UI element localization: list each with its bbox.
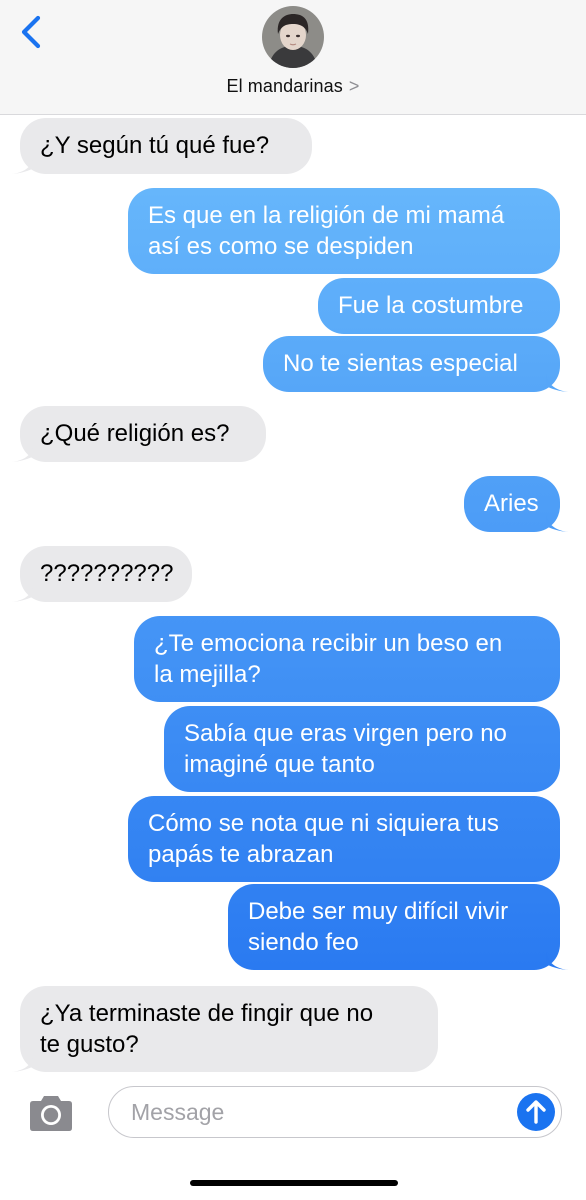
message-text-line: ¿Qué religión es? [40, 420, 230, 447]
message-text-line: ¿Ya terminaste de fingir que no [40, 1000, 374, 1027]
received-bubble-tail [12, 444, 34, 462]
received-bubble-tail [12, 1054, 34, 1072]
message-text-line: Sabía que eras virgen pero no [184, 720, 507, 747]
message-text-line: imaginé que tanto [184, 751, 375, 778]
sent-message-bubble[interactable]: Cómo se nota que ni siquiera tus papás te… [128, 796, 560, 882]
message-text-line: ¿Y según tú qué fue? [40, 132, 270, 159]
message-text-line: la mejilla? [154, 661, 261, 688]
received-bubble-tail [12, 584, 34, 602]
sent-message-bubble[interactable]: Debe ser muy difícil vivir siendo feo [228, 884, 560, 970]
message-text-line: siendo feo [248, 929, 359, 956]
message-text-line: Cómo se nota que ni siquiera tus [148, 810, 499, 837]
message-text-line: así es como se despiden [148, 233, 414, 260]
received-bubble-tail [12, 156, 34, 174]
received-message-bubble[interactable]: ?????????? [20, 546, 192, 602]
message-text-line: Fue la costumbre [338, 292, 524, 319]
send-arrow-icon [526, 1100, 546, 1124]
sent-bubble-tail [546, 374, 568, 392]
home-indicator [190, 1180, 398, 1186]
message-placeholder: Message [131, 1099, 225, 1125]
sent-message-bubble[interactable]: ¿Te emociona recibir un beso en la mejill… [134, 616, 560, 702]
message-text-line: No te sientas especial [283, 350, 518, 377]
message-text-line: Aries [484, 490, 539, 517]
message-thread: ¿Y según tú qué fue? Es que en la religió… [0, 0, 586, 1200]
message-text-line: Es que en la religión de mi mamá [148, 202, 505, 229]
message-text-line: ?????????? [40, 560, 174, 587]
message-text-line: te gusto? [40, 1031, 139, 1058]
sent-message-bubble[interactable]: Sabía que eras virgen pero no imaginé que… [164, 706, 560, 792]
sent-message-bubble[interactable]: No te sientas especial [263, 336, 560, 392]
send-button[interactable] [517, 1093, 555, 1131]
received-message-bubble[interactable]: ¿Qué religión es? [20, 406, 266, 462]
received-message-bubble[interactable]: ¿Ya terminaste de fingir que no te gusto? [20, 986, 438, 1072]
sent-bubble-tail [546, 952, 568, 970]
camera-icon[interactable] [26, 1094, 76, 1134]
message-text-line: ¿Te emociona recibir un beso en [154, 630, 503, 657]
message-text-line: Debe ser muy difícil vivir [248, 898, 509, 925]
sent-bubble-tail [546, 514, 568, 532]
message-text-line: papás te abrazan [148, 841, 334, 868]
received-message-bubble[interactable]: ¿Y según tú qué fue? [20, 118, 312, 174]
message-input[interactable]: Message [108, 1086, 562, 1138]
sent-message-bubble[interactable]: Fue la costumbre [318, 278, 560, 334]
sent-message-bubble[interactable]: Es que en la religión de mi mamá así es c… [128, 188, 560, 274]
